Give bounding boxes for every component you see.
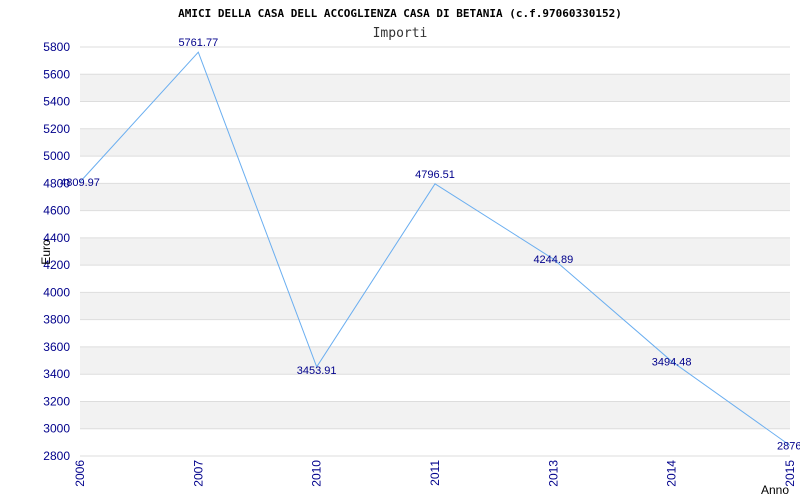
data-label: 4244.89	[533, 254, 573, 266]
chart-title: AMICI DELLA CASA DELL ACCOGLIENZA CASA D…	[178, 7, 622, 20]
grid-band	[80, 101, 790, 129]
x-tick-label: 2011	[428, 460, 442, 486]
grid-band	[80, 428, 790, 456]
line-chart: AMICI DELLA CASA DELL ACCOGLIENZA CASA D…	[39, 7, 800, 497]
grid-band	[80, 183, 790, 211]
y-tick-label: 4600	[43, 204, 70, 218]
x-tick-label: 2006	[73, 460, 87, 487]
x-axis-ticks: 2006 2007 2010 2011 2013 2014 2015	[73, 460, 797, 487]
x-tick-label: 2013	[546, 460, 560, 487]
grid-band	[80, 374, 790, 402]
grid-band	[80, 128, 790, 157]
grid-band	[80, 74, 790, 102]
y-tick-label: 3400	[43, 367, 70, 381]
y-tick-label: 3000	[43, 422, 70, 436]
y-tick-label: 3200	[43, 394, 70, 408]
data-label: 4796.51	[415, 169, 455, 181]
y-tick-label: 5400	[43, 95, 70, 109]
grid-band	[80, 319, 790, 347]
grid-band	[80, 237, 790, 266]
grid-bands	[80, 47, 790, 456]
data-label: 5761.77	[178, 37, 218, 49]
y-tick-label: 5000	[43, 149, 70, 163]
chart-subtitle: Importi	[373, 26, 428, 41]
data-label: 2876.8	[777, 441, 800, 453]
y-tick-label: 3800	[43, 313, 70, 327]
x-tick-label: 2010	[310, 460, 324, 487]
grid-band	[80, 292, 790, 320]
grid-band	[80, 265, 790, 293]
y-tick-label: 4000	[43, 285, 70, 299]
grid-band	[80, 401, 790, 429]
grid-band	[80, 210, 790, 238]
y-axis-label: Euro	[39, 239, 53, 265]
x-tick-label: 2007	[191, 460, 205, 487]
y-tick-label: 2800	[43, 449, 70, 463]
x-tick-label: 2014	[665, 460, 679, 487]
x-axis-label: Anno	[761, 483, 789, 497]
y-tick-label: 5600	[43, 67, 70, 81]
y-tick-label: 5200	[43, 122, 70, 136]
data-label: 3494.48	[652, 356, 692, 368]
data-label: 3453.91	[297, 365, 337, 377]
grid-band	[80, 47, 790, 75]
data-label: 4809.97	[60, 177, 100, 189]
y-tick-label: 3600	[43, 340, 70, 354]
y-tick-label: 5800	[43, 40, 70, 54]
